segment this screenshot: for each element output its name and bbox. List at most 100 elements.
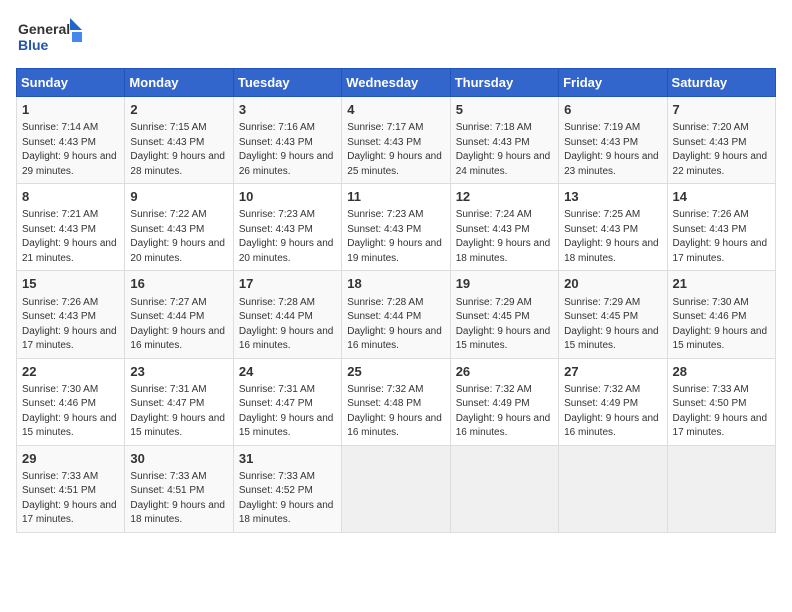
day-number: 24 (239, 363, 336, 381)
day-number: 31 (239, 450, 336, 468)
svg-text:General: General (18, 21, 70, 37)
day-info: Sunrise: 7:26 AM Sunset: 4:43 PM Dayligh… (22, 296, 119, 354)
calendar-day-cell: 18 Sunrise: 7:28 AM Sunset: 4:44 PM Dayli… (342, 271, 450, 358)
calendar-table: SundayMondayTuesdayWednesdayThursdayFrid… (16, 68, 776, 533)
calendar-day-cell: 24 Sunrise: 7:31 AM Sunset: 4:47 PM Dayli… (233, 358, 341, 445)
calendar-day-cell: 21 Sunrise: 7:30 AM Sunset: 4:46 PM Dayli… (667, 271, 775, 358)
calendar-day-cell: 17 Sunrise: 7:28 AM Sunset: 4:44 PM Dayli… (233, 271, 341, 358)
calendar-day-cell: 8 Sunrise: 7:21 AM Sunset: 4:43 PM Daylig… (17, 184, 125, 271)
day-info: Sunrise: 7:28 AM Sunset: 4:44 PM Dayligh… (239, 296, 336, 354)
calendar-header-cell: Thursday (450, 69, 558, 97)
day-info: Sunrise: 7:33 AM Sunset: 4:52 PM Dayligh… (239, 470, 336, 528)
day-number: 4 (347, 101, 444, 119)
calendar-day-cell: 27Sunrise: 7:32 AM Sunset: 4:49 PM Dayli… (559, 358, 667, 445)
day-number: 21 (673, 275, 770, 293)
calendar-week-row: 29 Sunrise: 7:33 AM Sunset: 4:51 PM Dayli… (17, 445, 776, 532)
calendar-header-cell: Monday (125, 69, 233, 97)
day-info: Sunrise: 7:23 AM Sunset: 4:43 PM Dayligh… (239, 208, 336, 266)
day-info: Sunrise: 7:21 AM Sunset: 4:43 PM Dayligh… (22, 208, 119, 266)
calendar-day-cell: 25 Sunrise: 7:32 AM Sunset: 4:48 PM Dayli… (342, 358, 450, 445)
calendar-day-cell: 11 Sunrise: 7:23 AM Sunset: 4:43 PM Dayli… (342, 184, 450, 271)
day-number: 19 (456, 275, 553, 293)
day-number: 18 (347, 275, 444, 293)
day-info: Sunrise: 7:30 AM Sunset: 4:46 PM Dayligh… (673, 296, 770, 354)
svg-text:Blue: Blue (18, 37, 49, 53)
day-number: 17 (239, 275, 336, 293)
day-info: Sunrise: 7:15 AM Sunset: 4:43 PM Dayligh… (130, 121, 227, 179)
day-info: Sunrise: 7:29 AM Sunset: 4:45 PM Dayligh… (564, 296, 661, 354)
day-number: 20 (564, 275, 661, 293)
day-number: 5 (456, 101, 553, 119)
day-number: 29 (22, 450, 119, 468)
calendar-day-cell: 12 Sunrise: 7:24 AM Sunset: 4:43 PM Dayli… (450, 184, 558, 271)
day-number: 13 (564, 188, 661, 206)
day-number: 26 (456, 363, 553, 381)
calendar-day-cell: 14Sunrise: 7:26 AM Sunset: 4:43 PM Dayli… (667, 184, 775, 271)
day-info: Sunrise: 7:33 AM Sunset: 4:51 PM Dayligh… (22, 470, 119, 528)
calendar-day-cell: 29 Sunrise: 7:33 AM Sunset: 4:51 PM Dayli… (17, 445, 125, 532)
day-info: Sunrise: 7:16 AM Sunset: 4:43 PM Dayligh… (239, 121, 336, 179)
day-number: 27 (564, 363, 661, 381)
day-number: 14 (673, 188, 770, 206)
calendar-week-row: 8 Sunrise: 7:21 AM Sunset: 4:43 PM Daylig… (17, 184, 776, 271)
day-number: 22 (22, 363, 119, 381)
day-number: 8 (22, 188, 119, 206)
calendar-day-cell: 7 Sunrise: 7:20 AM Sunset: 4:43 PM Daylig… (667, 97, 775, 184)
day-number: 3 (239, 101, 336, 119)
day-number: 7 (673, 101, 770, 119)
calendar-day-cell: 26 Sunrise: 7:32 AM Sunset: 4:49 PM Dayli… (450, 358, 558, 445)
calendar-day-cell (450, 445, 558, 532)
calendar-day-cell (559, 445, 667, 532)
calendar-body: 1 Sunrise: 7:14 AM Sunset: 4:43 PM Daylig… (17, 97, 776, 533)
day-info: Sunrise: 7:20 AM Sunset: 4:43 PM Dayligh… (673, 121, 770, 179)
calendar-week-row: 1 Sunrise: 7:14 AM Sunset: 4:43 PM Daylig… (17, 97, 776, 184)
logo-svg: General Blue (16, 16, 86, 60)
day-number: 16 (130, 275, 227, 293)
calendar-day-cell: 20 Sunrise: 7:29 AM Sunset: 4:45 PM Dayli… (559, 271, 667, 358)
day-info: Sunrise: 7:28 AM Sunset: 4:44 PM Dayligh… (347, 296, 444, 354)
day-number: 30 (130, 450, 227, 468)
day-info: Sunrise: 7:19 AM Sunset: 4:43 PM Dayligh… (564, 121, 661, 179)
calendar-header-cell: Wednesday (342, 69, 450, 97)
day-number: 2 (130, 101, 227, 119)
calendar-day-cell: 4 Sunrise: 7:17 AM Sunset: 4:43 PM Daylig… (342, 97, 450, 184)
day-info: Sunrise: 7:32 AM Sunset: 4:48 PM Dayligh… (347, 383, 444, 441)
calendar-day-cell: 23Sunrise: 7:31 AM Sunset: 4:47 PM Dayli… (125, 358, 233, 445)
day-number: 23 (130, 363, 227, 381)
day-info: Sunrise: 7:24 AM Sunset: 4:43 PM Dayligh… (456, 208, 553, 266)
day-info: Sunrise: 7:14 AM Sunset: 4:43 PM Dayligh… (22, 121, 119, 179)
calendar-day-cell: 16 Sunrise: 7:27 AM Sunset: 4:44 PM Dayli… (125, 271, 233, 358)
day-number: 9 (130, 188, 227, 206)
logo: General Blue (16, 16, 86, 60)
calendar-header-row: SundayMondayTuesdayWednesdayThursdayFrid… (17, 69, 776, 97)
calendar-day-cell: 3 Sunrise: 7:16 AM Sunset: 4:43 PM Daylig… (233, 97, 341, 184)
calendar-day-cell (667, 445, 775, 532)
calendar-day-cell: 19 Sunrise: 7:29 AM Sunset: 4:45 PM Dayli… (450, 271, 558, 358)
day-info: Sunrise: 7:33 AM Sunset: 4:51 PM Dayligh… (130, 470, 227, 528)
calendar-day-cell: 13 Sunrise: 7:25 AM Sunset: 4:43 PM Dayli… (559, 184, 667, 271)
day-number: 25 (347, 363, 444, 381)
calendar-week-row: 15Sunrise: 7:26 AM Sunset: 4:43 PM Dayli… (17, 271, 776, 358)
day-info: Sunrise: 7:32 AM Sunset: 4:49 PM Dayligh… (456, 383, 553, 441)
calendar-day-cell: 1 Sunrise: 7:14 AM Sunset: 4:43 PM Daylig… (17, 97, 125, 184)
calendar-day-cell: 9Sunrise: 7:22 AM Sunset: 4:43 PM Daylig… (125, 184, 233, 271)
calendar-header-cell: Tuesday (233, 69, 341, 97)
day-number: 10 (239, 188, 336, 206)
day-info: Sunrise: 7:17 AM Sunset: 4:43 PM Dayligh… (347, 121, 444, 179)
calendar-day-cell (342, 445, 450, 532)
calendar-day-cell: 2 Sunrise: 7:15 AM Sunset: 4:43 PM Daylig… (125, 97, 233, 184)
day-info: Sunrise: 7:27 AM Sunset: 4:44 PM Dayligh… (130, 296, 227, 354)
calendar-day-cell: 10 Sunrise: 7:23 AM Sunset: 4:43 PM Dayli… (233, 184, 341, 271)
day-info: Sunrise: 7:31 AM Sunset: 4:47 PM Dayligh… (239, 383, 336, 441)
day-number: 1 (22, 101, 119, 119)
page-header: General Blue (16, 16, 776, 60)
day-number: 6 (564, 101, 661, 119)
day-info: Sunrise: 7:23 AM Sunset: 4:43 PM Dayligh… (347, 208, 444, 266)
day-info: Sunrise: 7:18 AM Sunset: 4:43 PM Dayligh… (456, 121, 553, 179)
day-info: Sunrise: 7:29 AM Sunset: 4:45 PM Dayligh… (456, 296, 553, 354)
day-info: Sunrise: 7:25 AM Sunset: 4:43 PM Dayligh… (564, 208, 661, 266)
day-number: 12 (456, 188, 553, 206)
day-number: 11 (347, 188, 444, 206)
day-info: Sunrise: 7:30 AM Sunset: 4:46 PM Dayligh… (22, 383, 119, 441)
day-info: Sunrise: 7:33 AM Sunset: 4:50 PM Dayligh… (673, 383, 770, 441)
